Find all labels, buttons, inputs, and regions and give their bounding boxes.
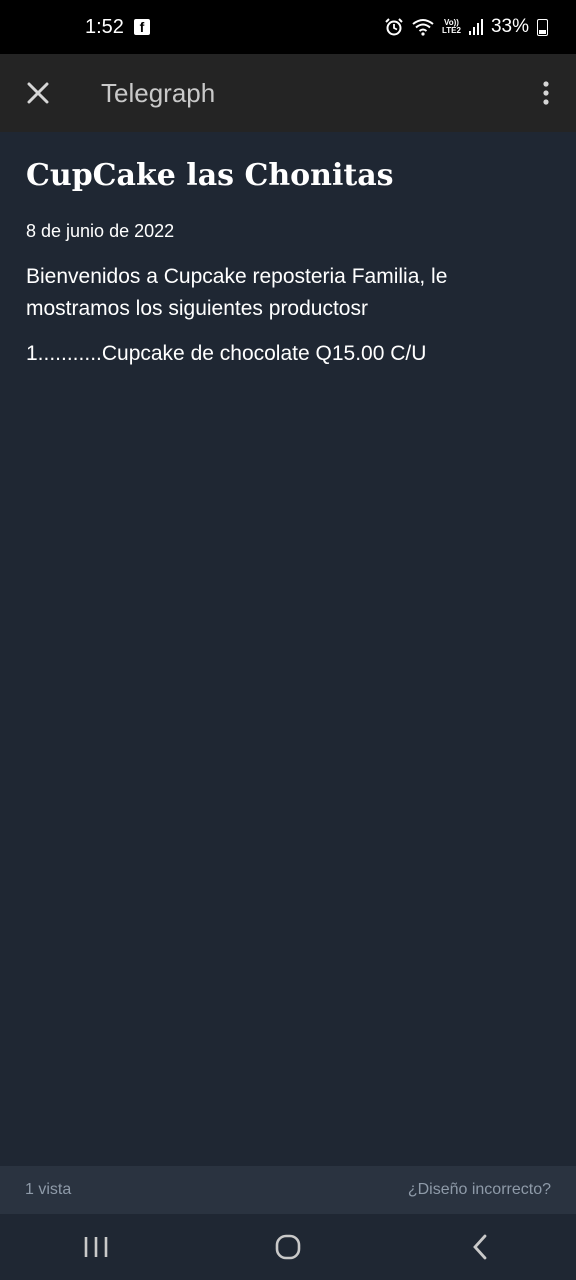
article-footer: 1 vista ¿Diseño incorrecto?	[0, 1166, 576, 1214]
report-layout-link[interactable]: ¿Diseño incorrecto?	[408, 1181, 551, 1199]
home-icon	[275, 1234, 301, 1260]
view-count: 1 vista	[25, 1181, 72, 1198]
wifi-icon	[412, 19, 434, 36]
close-icon	[27, 82, 49, 104]
app-title: Telegraph	[101, 77, 216, 108]
close-button[interactable]	[0, 54, 76, 132]
home-button[interactable]	[258, 1217, 318, 1277]
lte-indicator: Vo)) LTE2	[442, 19, 461, 35]
article-content: CupCake las Chonitas 8 de junio de 2022 …	[0, 132, 576, 1166]
article-paragraph: Bienvenidos a Cupcake reposteria Familia…	[26, 265, 448, 320]
status-bar: 1:52 f Vo)) LTE2 33%	[0, 0, 576, 54]
article-paragraph: 1...........Cupcake de chocolate Q15.00 …	[26, 342, 427, 365]
back-button[interactable]	[450, 1217, 510, 1277]
status-right: Vo)) LTE2 33%	[384, 16, 548, 38]
recents-icon	[84, 1237, 108, 1257]
battery-icon	[537, 18, 548, 36]
more-vertical-icon	[543, 81, 549, 105]
status-time: 1:52	[85, 15, 124, 38]
article-date: 8 de junio de 2022	[26, 221, 175, 241]
battery-percent: 33%	[490, 16, 529, 37]
article-title: CupCake las Chonitas	[26, 158, 394, 193]
facebook-icon: f	[133, 19, 150, 35]
status-left: 1:52 f	[85, 16, 150, 39]
app-bar: Telegraph	[0, 54, 576, 132]
lte-label-bottom: LTE2	[442, 26, 461, 35]
back-icon	[473, 1234, 487, 1260]
navigation-bar	[0, 1214, 576, 1280]
alarm-icon	[385, 18, 403, 36]
signal-icon	[468, 19, 483, 35]
more-options-button[interactable]	[516, 54, 576, 132]
recents-button[interactable]	[66, 1217, 126, 1277]
